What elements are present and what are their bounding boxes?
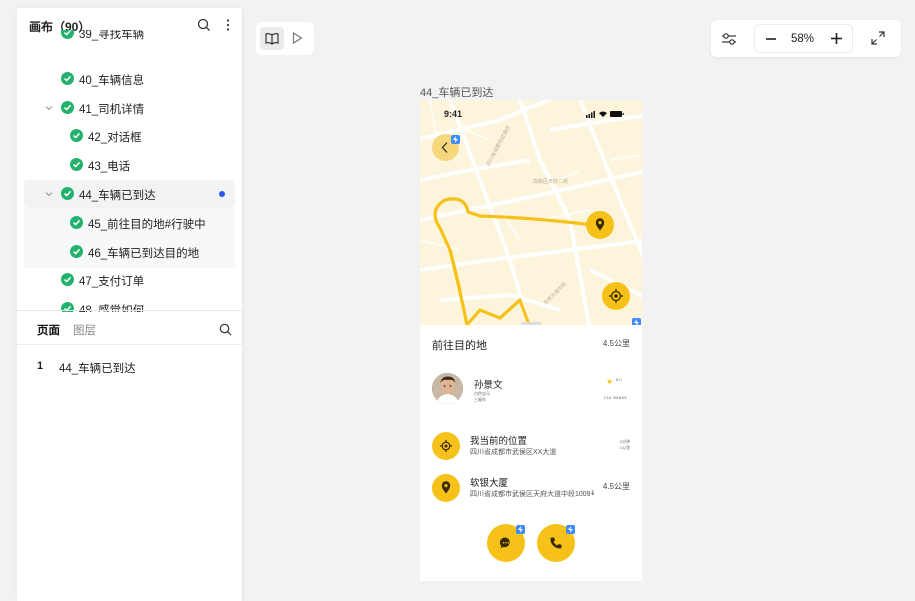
check-icon [61,101,74,114]
lightning-badge-icon [632,318,641,325]
layer-label: 46_车辆已到达目的地 [88,248,200,260]
page-number: 1 [37,360,44,372]
frame-label[interactable]: 44_车辆已到达 [420,84,493,100]
layer-label: 41_司机详情 [79,104,145,116]
avatar-portrait [432,373,463,404]
settings-sliders-icon[interactable] [721,31,737,47]
layer-label: 42_对话框 [88,132,142,144]
zoom-control: 58% [754,24,853,53]
lightning-badge-icon [516,525,525,534]
chevron-down-icon[interactable] [44,189,54,199]
map-pin-icon [441,481,451,494]
map-view: 四川省成都市武侯区 高新区天府二街 天府大道中段 9:41 [420,100,642,325]
play-icon[interactable] [290,31,304,45]
lightning-badge-icon [451,135,460,144]
view-mode-toolbar [256,22,314,55]
status-time: 9:41 [444,109,463,119]
route-end-row[interactable]: 软银大厦 四川省成都市武侯区天府大道中段1009号 4.5公里 [420,471,642,503]
route-end-address: 四川省成都市武侯区天府大道中段1009号 [470,491,594,498]
zoom-out-icon[interactable] [765,33,777,45]
layer-item[interactable]: 47_支付订单 [24,266,235,294]
layer-item[interactable]: 40_车辆信息 [24,65,235,93]
layer-label: 39_寻找车辆 [79,30,145,41]
crosshair-icon [609,289,623,303]
route-end-name: 软银大厦 [470,478,509,489]
layer-label: 44_车辆已到达 [79,190,156,202]
driver-avatar [432,373,463,404]
page-item[interactable]: 1 44_车辆已到达 [17,353,243,379]
left-panel: 画布（90） 39_寻找车辆 40_车辆信息 41_司机详情 42_对话框 43… [17,8,243,601]
check-icon [61,187,74,200]
check-icon [61,72,74,85]
route-start-icon-circle [432,432,460,460]
layer-label: 40_车辆信息 [79,75,145,87]
tab-layers[interactable]: 图层 [73,322,96,338]
layer-item[interactable]: 41_司机详情 [24,94,235,122]
fullscreen-icon[interactable] [870,30,886,46]
book-mode-button[interactable] [260,27,284,50]
route-start-address: 四川省成都市武侯区XX大道 [470,449,557,456]
layer-label: 47_支付订单 [79,276,145,288]
artboard-frame[interactable]: 四川省成都市武侯区 高新区天府二街 天府大道中段 9:41 前往目的地 4.5公… [420,100,642,581]
route-start-meta: 2分钟 1公里 [620,439,630,451]
crosshair-icon [440,440,452,452]
layer-item-selected[interactable]: 44_车辆已到达 [24,180,235,208]
map-street-label: 高新区天府二街 [533,179,569,185]
lightning-badge-icon [566,525,575,534]
zoom-in-icon[interactable] [830,32,843,45]
layer-label: 45_前往目的地#行驶中 [88,219,206,231]
destination-title: 前往目的地 [432,340,487,352]
search-icon[interactable] [219,323,232,336]
layer-item[interactable]: 39_寻找车辆 [24,30,235,47]
layer-item[interactable]: 45_前往目的地#行驶中 [24,209,235,237]
layer-item[interactable]: 46_车辆已到达目的地 [24,238,235,266]
route-end-distance: 4.5公里 [602,482,630,491]
chat-icon [499,537,510,549]
check-icon [70,216,83,229]
layer-label: 43_电话 [88,161,131,173]
destination-pin-marker[interactable] [586,211,614,239]
check-icon [70,129,83,142]
check-icon [70,158,83,171]
check-icon [61,273,74,286]
layer-item[interactable]: 42_对话框 [24,122,235,150]
driver-name: 孙景文 [474,380,503,391]
license-plate: 川A·88888 [604,395,628,400]
sheet-handle[interactable] [521,322,541,325]
zoom-level[interactable]: 58% [791,33,814,45]
route-start-distance: 1公里 [619,445,630,450]
bottom-sheet: 前往目的地 4.5公里 孙景文 白色宝马 三厢车 ★ 5.0 川A·88888 [420,322,642,581]
chevron-down-icon[interactable] [44,103,54,113]
status-bar-icons [586,111,624,118]
destination-distance: 4.5公里 [602,339,630,348]
page-name: 44_车辆已到达 [59,363,136,375]
star-icon: ★ [606,377,614,386]
app-root: 画布（90） 39_寻找车辆 40_车辆信息 41_司机详情 42_对话框 43… [0,0,915,601]
locate-me-button[interactable] [602,282,630,310]
route-start-name: 我当前的位置 [470,436,528,447]
driver-car-type: 三厢车 [474,397,486,402]
driver-rating: 5.0 [616,377,622,382]
zoom-toolbar: 58% [711,20,901,57]
selected-dot [219,191,225,197]
layer-item[interactable]: 43_电话 [24,151,235,179]
map-pin-icon [595,218,605,231]
chevron-left-icon [441,142,448,153]
layer-tree: 39_寻找车辆 40_车辆信息 41_司机详情 42_对话框 43_电话 44_… [17,30,243,312]
route-start-row[interactable]: 我当前的位置 四川省成都市武侯区XX大道 2分钟 1公里 [420,429,642,461]
phone-icon [550,537,562,549]
route-end-icon-circle [432,474,460,502]
panel-tabs: 页面 图层 [17,311,243,345]
tab-pages[interactable]: 页面 [37,322,60,338]
check-icon [61,30,74,39]
check-icon [70,245,83,258]
book-icon [265,33,279,45]
